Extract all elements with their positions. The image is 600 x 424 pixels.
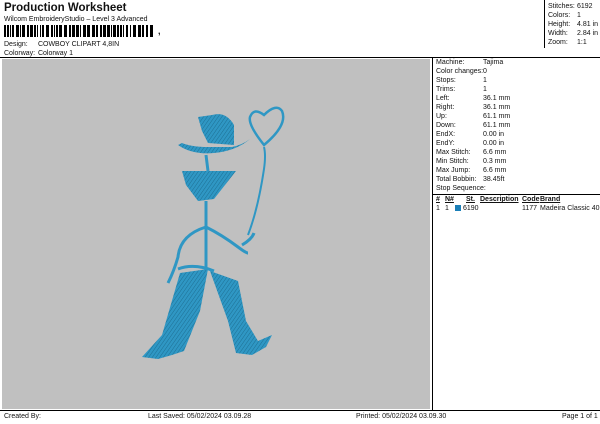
col-brand: Brand — [540, 196, 561, 203]
row-n: 1 — [445, 205, 449, 212]
info-value: 0.3 mm — [483, 158, 507, 165]
width-value: 2.84 in — [577, 30, 599, 37]
barcode-suffix: , — [158, 26, 161, 36]
col-st: St. — [466, 196, 475, 203]
col-description: Description — [480, 196, 519, 203]
height-value: 4.81 in — [577, 21, 599, 28]
colorway-label: Colorway: — [4, 50, 36, 57]
colorway-row: Colorway: Colorway 1 — [4, 50, 73, 57]
info-value: 0 — [483, 68, 487, 75]
info-label: Max Stitch: — [436, 149, 471, 156]
info-value: 38.45ft — [483, 176, 505, 183]
width-label: Width: — [548, 30, 568, 37]
header-separator — [0, 57, 600, 58]
info-label: Color changes: — [436, 68, 484, 75]
info-value: 1 — [483, 86, 487, 93]
info-value: 61.1 mm — [483, 113, 511, 120]
hat-icon — [198, 114, 234, 145]
left-leg-icon — [142, 269, 208, 359]
created-by: Created By: — [4, 413, 41, 420]
col-n: N# — [445, 196, 454, 203]
page-number: Page 1 of 1 — [562, 413, 598, 420]
info-label: Down: — [436, 122, 456, 129]
info-value: 61.1 mm — [483, 122, 511, 129]
info-label: Up: — [436, 113, 447, 120]
info-value: 6.6 mm — [483, 149, 507, 156]
colors-label: Colors: — [548, 12, 571, 19]
barcode — [4, 25, 153, 37]
col-code: Code — [522, 196, 540, 203]
thread-color-swatch — [455, 205, 461, 211]
design-label: Design: — [4, 41, 28, 48]
info-value: 36.1 mm — [483, 104, 511, 111]
info-value: 0.00 in — [483, 140, 505, 147]
row-st: 6190 — [463, 205, 479, 212]
height-label: Height: — [548, 21, 571, 28]
info-separator — [432, 194, 600, 195]
software-subtitle: Wilcom EmbroideryStudio – Level 3 Advanc… — [4, 16, 148, 23]
info-label: Stops: — [436, 77, 456, 84]
info-label: Total Bobbin: — [436, 176, 477, 183]
info-value: 0.00 in — [483, 131, 505, 138]
colorway-value: Colorway 1 — [37, 50, 73, 57]
stitches-label: Stitches: — [548, 3, 575, 10]
printed-date: Printed: 05/02/2024 03.09.30 — [356, 413, 447, 420]
design-row: Design: COWBOY CLIPART 4,8IN — [4, 41, 119, 48]
colors-value: 1 — [577, 12, 581, 19]
stitches-value: 6192 — [577, 3, 593, 10]
cowboy-embroidery-design — [142, 106, 285, 359]
col-stop: # — [436, 196, 440, 203]
design-canvas[interactable] — [2, 59, 430, 409]
info-label: Max Jump: — [436, 167, 471, 174]
right-leg-icon — [210, 271, 272, 355]
info-label: Machine: — [436, 59, 465, 66]
info-label: Trims: — [436, 86, 456, 93]
info-label: EndX: — [436, 131, 456, 138]
zoom-label: Zoom: — [548, 39, 568, 46]
bandana-icon — [182, 171, 236, 201]
footer-separator — [0, 410, 600, 411]
info-label: Min Stitch: — [436, 158, 469, 165]
heart-balloon-icon — [248, 106, 285, 147]
stats-divider — [544, 0, 545, 48]
row-stop: 1 — [436, 205, 440, 212]
last-saved: Last Saved: 05/02/2024 03.09.28 — [148, 413, 252, 420]
info-value: 6.6 mm — [483, 167, 507, 174]
row-brand: Madeira Classic 40 — [540, 205, 600, 212]
info-value: Tajima — [483, 59, 504, 66]
info-label: Left: — [436, 95, 450, 102]
info-value: 36.1 mm — [483, 95, 511, 102]
row-code: 1177 — [522, 205, 538, 212]
info-label: Right: — [436, 104, 455, 111]
info-label: EndY: — [436, 140, 455, 147]
stop-sequence-title: Stop Sequence: — [436, 185, 486, 192]
design-value: COWBOY CLIPART 4,8IN — [37, 41, 120, 48]
info-value: 1 — [483, 77, 487, 84]
page-title: Production Worksheet — [4, 2, 127, 14]
zoom-value: 1:1 — [577, 39, 587, 46]
panel-divider — [432, 57, 433, 410]
